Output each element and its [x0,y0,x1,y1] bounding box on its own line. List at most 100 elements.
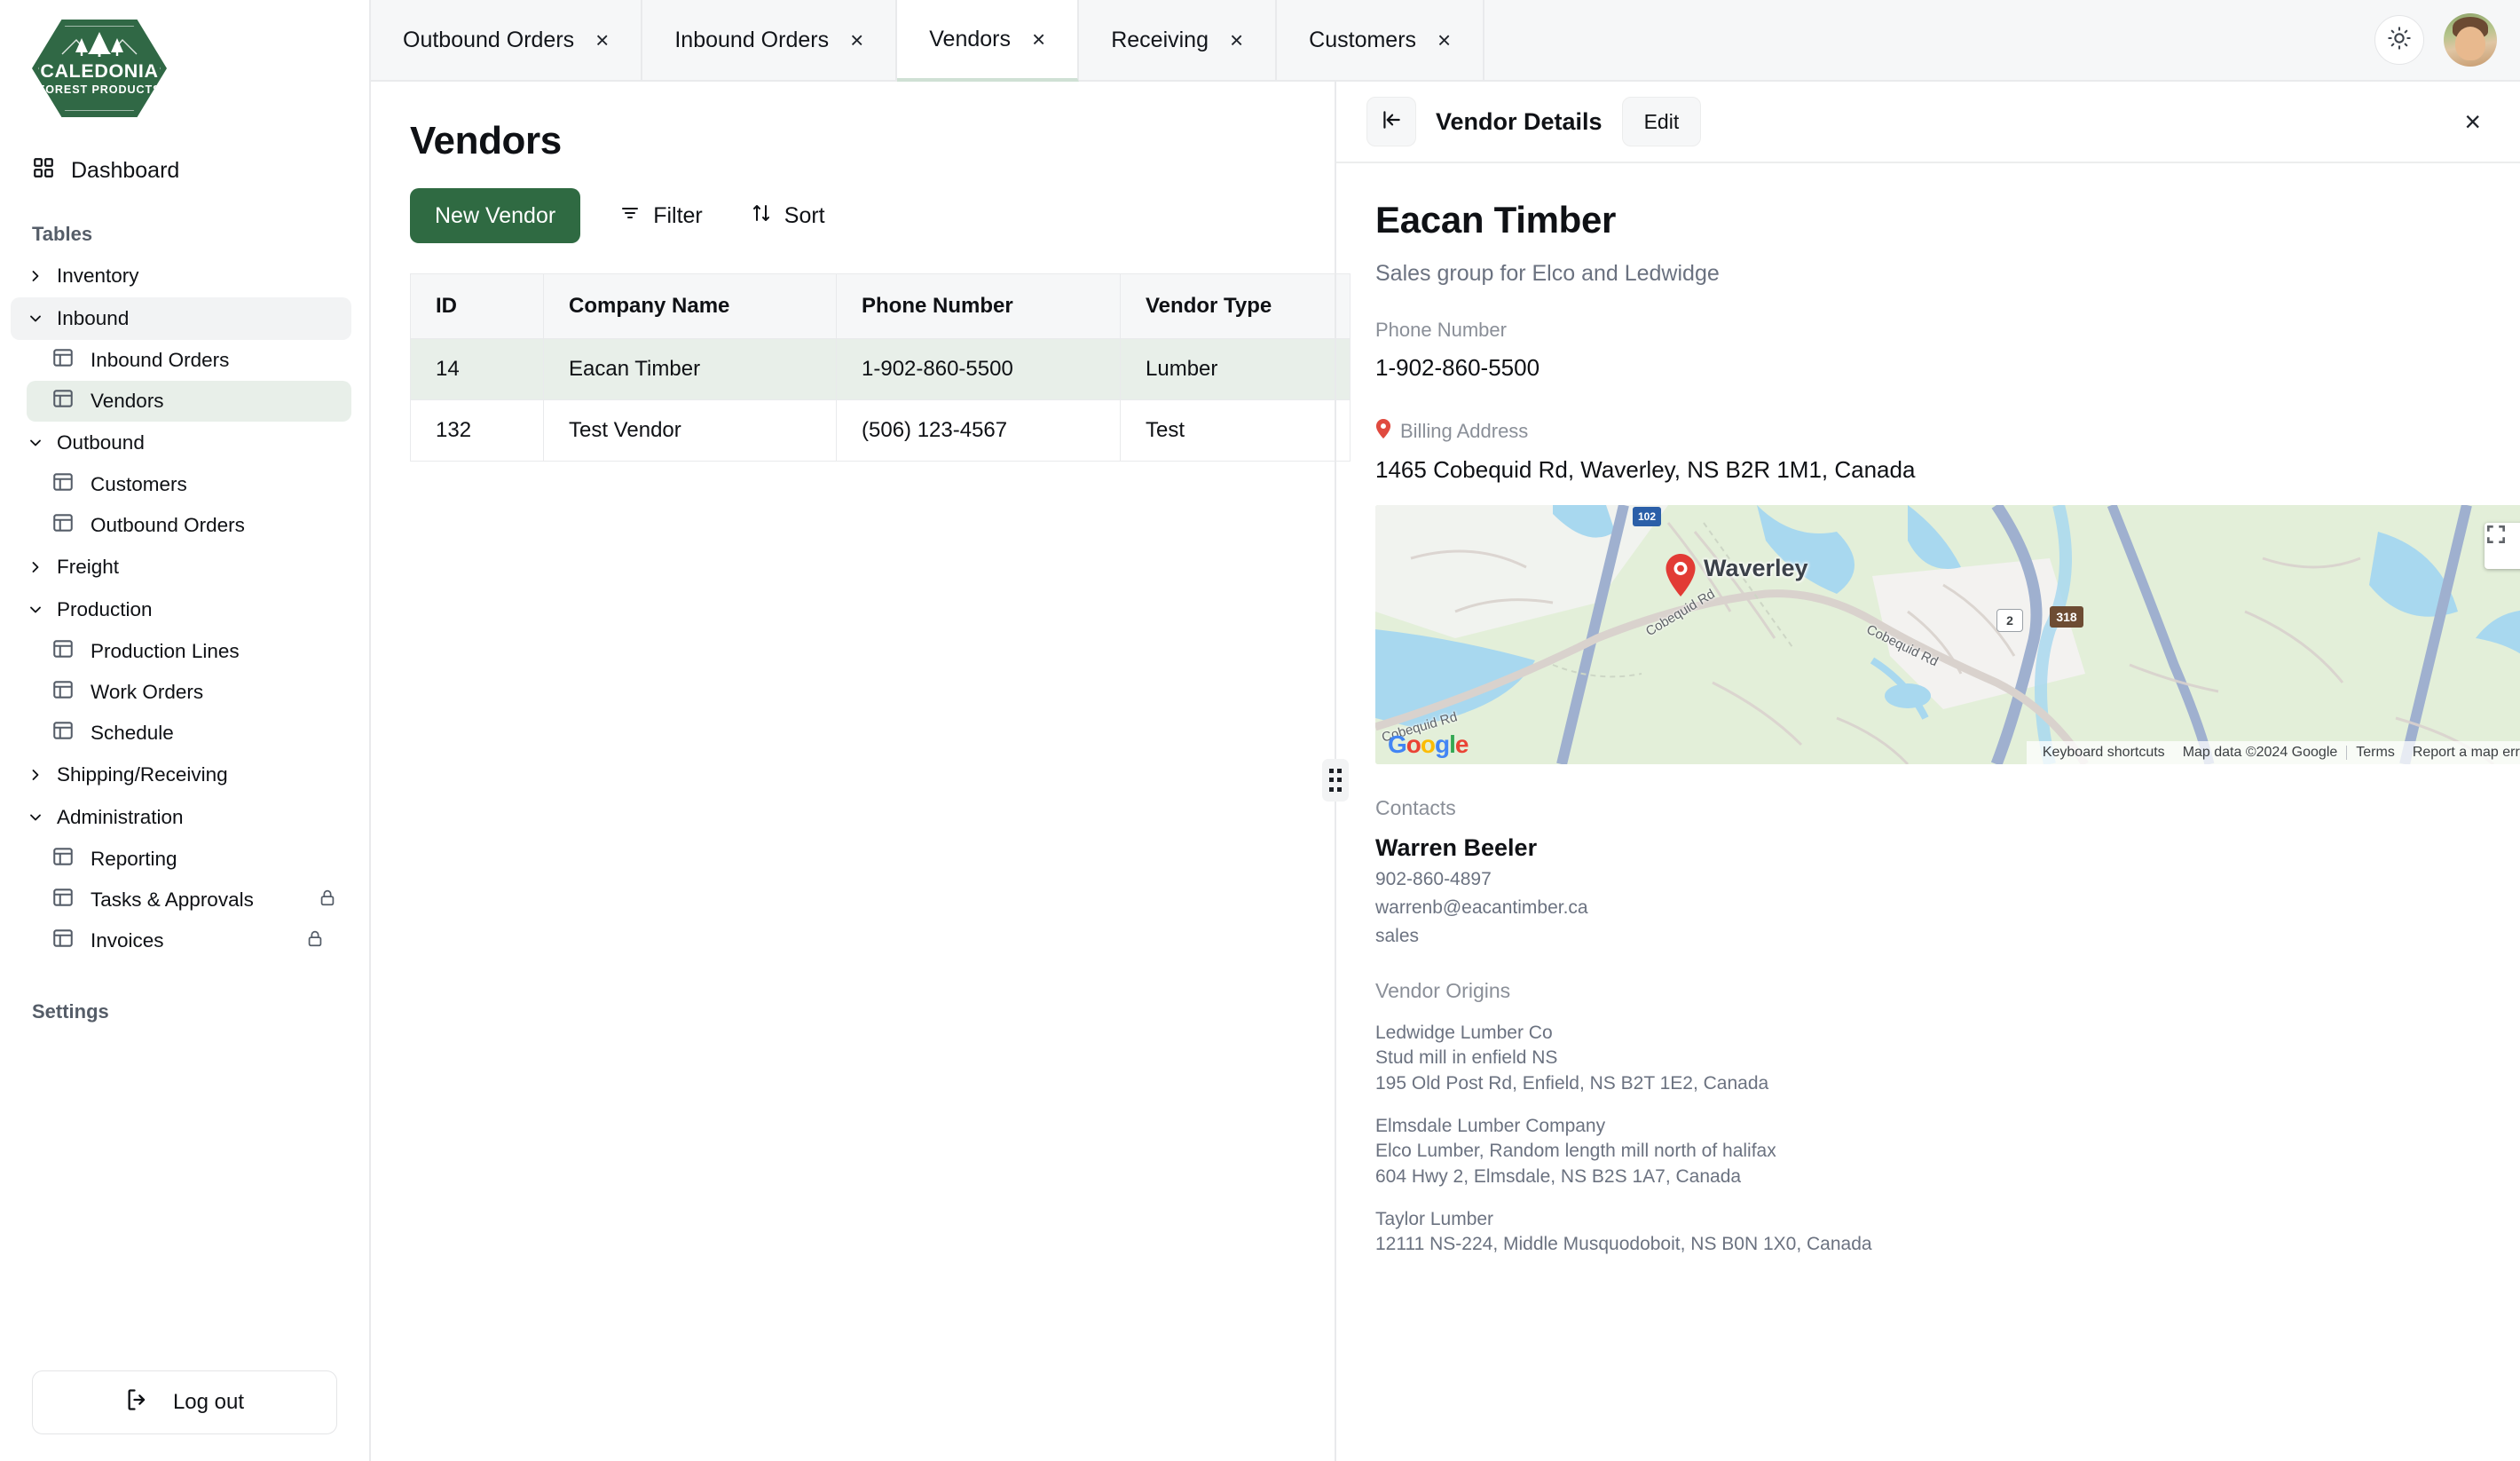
map-fullscreen-button[interactable] [2485,523,2520,569]
top-right-controls [2374,0,2520,80]
theme-toggle-button[interactable] [2374,15,2424,65]
sidebar-item-label: Customers [91,473,187,495]
sidebar-item-tasks-approvals[interactable]: Tasks & Approvals [27,880,351,920]
chevron-down-icon [27,434,44,452]
sidebar-item-schedule[interactable]: Schedule [27,713,351,754]
forest-trees-icon [32,31,167,59]
tab-bar: Outbound Orders × Inbound Orders × Vendors × R… [371,0,2520,82]
tab-outbound-orders[interactable]: Outbound Orders × [371,0,643,80]
table-toolbar: New Vendor Filter Sort [410,188,1335,243]
sidebar-group-outbound[interactable]: Outbound [11,422,351,464]
vendors-table-pane: Vendors New Vendor Filter Sort ID Compan… [371,82,1351,1461]
map-pin-icon [1375,419,1391,444]
cell-id: 14 [410,338,544,400]
location-map[interactable]: Cobequid Rd Cobequid Rd Cobequid Rd 102 … [1375,505,2520,764]
sidebar-item-reporting[interactable]: Reporting [27,839,351,880]
cell-phone: (506) 123-4567 [836,399,1121,462]
table-icon [51,511,75,540]
details-header: Vendor Details Edit × [1336,82,2520,163]
sidebar-item-outbound-orders[interactable]: Outbound Orders [27,505,351,546]
sidebar-item-vendors[interactable]: Vendors [27,381,351,422]
close-panel-button[interactable]: × [2455,102,2490,141]
origin-address: 195 Old Post Rd, Enfield, NS B2T 1E2, Ca… [1375,1072,1769,1094]
sidebar-item-label: Schedule [91,722,174,744]
origin-item: Taylor Lumber 12111 NS-224, Middle Musquo… [1375,1207,2481,1258]
lock-icon [318,888,337,912]
cell-company: Eacan Timber [543,338,837,400]
map-attrib-report[interactable]: Report a map error [2404,745,2520,761]
tab-inbound-orders[interactable]: Inbound Orders × [642,0,898,80]
tab-strip: Outbound Orders × Inbound Orders × Vendors × R… [371,0,1485,82]
sort-label: Sort [784,202,825,228]
grid-icon [32,156,55,186]
origins-heading: Vendor Origins [1375,979,1511,1002]
sidebar-group-inbound[interactable]: Inbound [11,297,351,340]
table-row[interactable]: 14 Eacan Timber 1-902-860-5500 Lumber [410,338,1351,400]
contact-name: Warren Beeler [1375,834,1538,861]
table-icon [51,886,75,914]
sidebar-item-label: Invoices [91,929,164,952]
tab-close-icon[interactable]: × [1230,28,1243,51]
collapse-panel-button[interactable] [1366,97,1416,146]
table-icon [51,346,75,375]
chevron-right-icon [27,267,44,285]
column-header[interactable]: Vendor Type [1120,273,1351,339]
tab-label: Receiving [1111,27,1209,52]
origin-name: Elmsdale Lumber Company [1375,1116,1606,1137]
grip-dot [1329,786,1335,792]
sun-icon [2387,26,2412,55]
sidebar: CALEDONIA FOREST PRODUCTS Dashboard Tabl… [0,0,371,1461]
filter-button[interactable]: Filter [610,195,712,237]
column-header[interactable]: ID [410,273,544,339]
logout-button[interactable]: Log out [32,1370,337,1434]
map-attribution: Keyboard shortcuts Map data ©2024 Google… [2026,741,2520,764]
sidebar-item-production-lines[interactable]: Production Lines [27,631,351,672]
contact-email: warrenb@eacantimber.ca [1375,897,1588,918]
caledonia-logo[interactable]: CALEDONIA FOREST PRODUCTS [32,20,167,117]
sidebar-nav-list: Inventory Inbound Inbound Orders Vendors Out… [0,255,369,961]
sidebar-item-inbound-orders[interactable]: Inbound Orders [27,340,351,381]
tab-customers[interactable]: Customers × [1277,0,1485,80]
cell-phone: 1-902-860-5500 [836,338,1121,400]
vendor-details-pane: Vendor Details Edit × Eacan Timber Sales… [1336,82,2520,1461]
column-header[interactable]: Company Name [543,273,837,339]
sidebar-item-label: Dashboard [71,158,180,183]
user-avatar[interactable] [2444,13,2497,67]
content-split: Vendors New Vendor Filter Sort ID Compan… [371,82,2520,1461]
sidebar-item-label: Inbound Orders [91,349,230,371]
tab-close-icon[interactable]: × [1032,28,1045,51]
map-attrib-keyboard[interactable]: Keyboard shortcuts [2034,745,2174,761]
pane-resize-handle[interactable] [1322,759,1349,802]
sidebar-group-administration[interactable]: Administration [11,796,351,839]
tab-close-icon[interactable]: × [595,28,609,51]
map-tiles [1375,505,2520,764]
sidebar-group-shipping-receiving[interactable]: Shipping/Receiving [11,754,351,796]
sidebar-group-inventory[interactable]: Inventory [11,255,351,297]
cell-id: 132 [410,399,544,462]
tab-close-icon[interactable]: × [1437,28,1451,51]
tab-close-icon[interactable]: × [850,28,863,51]
tab-receiving[interactable]: Receiving × [1079,0,1278,80]
table-row[interactable]: 132 Test Vendor (506) 123-4567 Test [410,399,1351,462]
sidebar-item-label: Reporting [91,848,177,870]
map-attrib-terms[interactable]: Terms [2347,745,2404,761]
sidebar-group-freight[interactable]: Freight [11,546,351,588]
grip-dot [1329,769,1335,774]
table-icon [51,927,75,955]
sidebar-item-dashboard[interactable]: Dashboard [20,147,351,194]
new-vendor-button[interactable]: New Vendor [410,188,581,243]
vendor-name: Eacan Timber [1375,199,1617,241]
edit-button[interactable]: Edit [1621,97,1702,146]
billing-address-label-row: Billing Address [1375,419,2481,444]
sidebar-item-invoices[interactable]: Invoices [27,920,351,961]
table-header-row: ID Company Name Phone Number Vendor Type [410,273,1351,339]
column-header[interactable]: Phone Number [836,273,1121,339]
sidebar-item-work-orders[interactable]: Work Orders [27,672,351,713]
origin-item: Elmsdale Lumber Company Elco Lumber, Rand… [1375,1114,2481,1189]
sidebar-group-production[interactable]: Production [11,588,351,631]
sort-button[interactable]: Sort [742,195,834,237]
tab-vendors[interactable]: Vendors × [897,0,1080,82]
logout-icon [125,1387,150,1418]
sidebar-heading-settings: Settings [32,1000,109,1023]
sidebar-item-customers[interactable]: Customers [27,464,351,505]
